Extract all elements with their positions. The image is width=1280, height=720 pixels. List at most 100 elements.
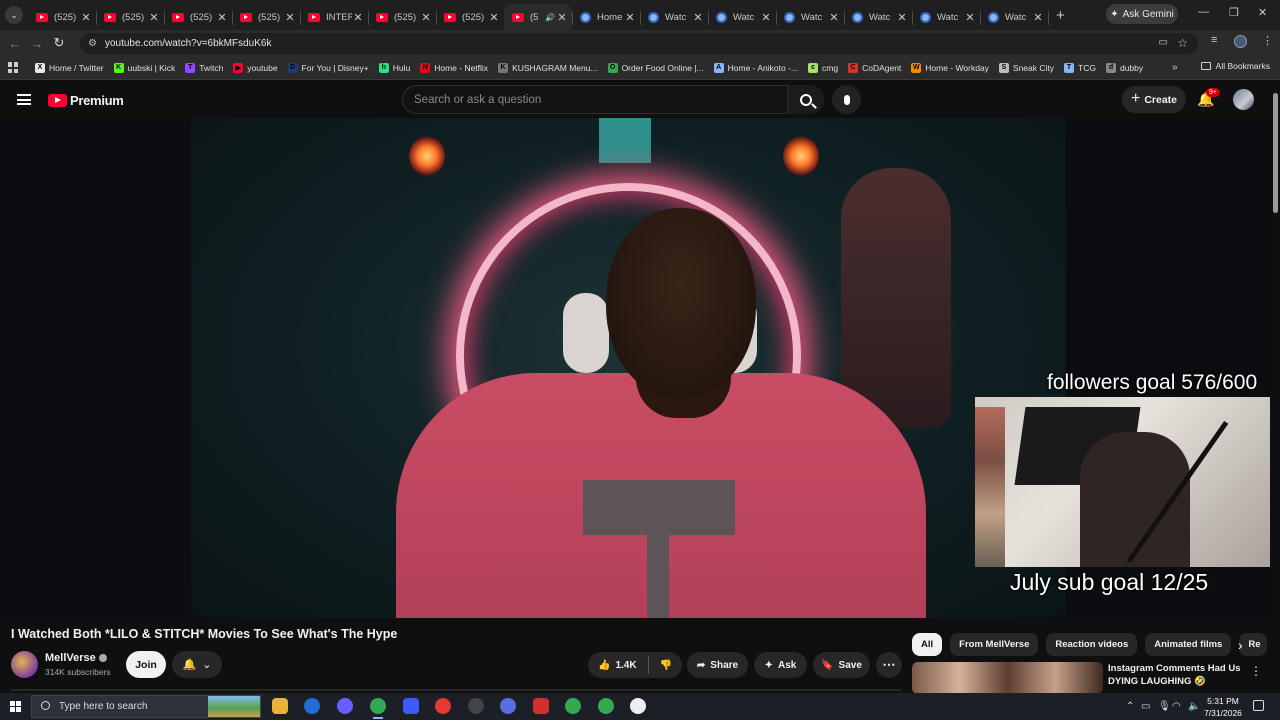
tab-close-icon[interactable]: ✕	[828, 11, 840, 24]
browser-tab[interactable]: Watc ✕	[912, 4, 981, 30]
edge-browser-icon[interactable]	[304, 698, 320, 714]
bookmark-item[interactable]: T TCG	[1064, 62, 1096, 73]
browser-tab[interactable]: Watc ✕	[708, 4, 777, 30]
tray-chevron-up-icon[interactable]: ⌃	[1126, 701, 1134, 712]
restore-icon[interactable]: ❐	[1229, 6, 1239, 19]
share-button[interactable]: ➦ Share	[687, 652, 748, 678]
recommended-video-thumbnail[interactable]	[912, 662, 1103, 694]
filter-chip[interactable]: From MellVerse	[950, 633, 1039, 656]
address-bar[interactable]: ⚙ youtube.com/watch?v=6bkMFsduK6k ▭ ☆	[80, 33, 1198, 54]
tab-close-icon[interactable]: ✕	[216, 11, 228, 24]
channel-name-text[interactable]: MellVerse	[45, 652, 96, 664]
reading-list-icon[interactable]: ≡	[1211, 34, 1217, 46]
url-text[interactable]: youtube.com/watch?v=6bkMFsduK6k	[105, 38, 271, 49]
tab-search-chevron-icon[interactable]: ⌄	[5, 6, 23, 24]
save-button[interactable]: 🔖 Save	[813, 652, 870, 678]
tab-close-icon[interactable]: ✕	[488, 11, 500, 24]
bookmark-item[interactable]: A Home - Anikoto -...	[713, 62, 798, 73]
account-avatar[interactable]	[1233, 89, 1254, 110]
reload-icon[interactable]: ↻	[48, 35, 70, 51]
chevron-right-icon[interactable]: ›	[1238, 637, 1243, 653]
bookmark-item[interactable]: N Home - Netflix	[420, 62, 488, 73]
microphone-icon[interactable]: 🎙	[1158, 701, 1171, 712]
browser-tab[interactable]: INTER ✕	[300, 4, 369, 30]
taskbar-search-input[interactable]: Type here to search	[31, 695, 261, 718]
browser-tab[interactable]: (525) ✕	[164, 4, 233, 30]
browser-tab[interactable]: (525) ✕	[232, 4, 301, 30]
network-icon[interactable]: ▭	[1141, 701, 1150, 712]
apps-grid-icon[interactable]	[8, 62, 19, 73]
browser-tab[interactable]: (525) ✕	[28, 4, 97, 30]
bookmark-item[interactable]: W Home - Workday	[911, 62, 989, 73]
tab-audio-icon[interactable]: 🔊	[544, 13, 556, 22]
hamburger-menu-icon[interactable]	[17, 94, 31, 105]
chrome-icon[interactable]	[370, 698, 386, 719]
bookmark-item[interactable]: X Home / Twitter	[35, 62, 104, 73]
bookmark-item[interactable]: D For You | Disney+	[287, 62, 369, 73]
recommended-video-title[interactable]: Instagram Comments Had Us DYING LAUGHING…	[1108, 662, 1243, 688]
search-button[interactable]	[788, 85, 824, 114]
bookmark-item[interactable]: K KUSHAGRAM Menu...	[498, 62, 598, 73]
bookmark-item[interactable]: S Sneak City	[998, 62, 1054, 73]
filter-chip[interactable]: Re	[1239, 633, 1268, 656]
back-arrow-icon[interactable]: ←	[4, 36, 26, 51]
tab-close-icon[interactable]: ✕	[148, 11, 160, 24]
bookmark-item[interactable]: O Order Food Online |...	[607, 62, 704, 73]
browser-tab[interactable]: Watc ✕	[844, 4, 913, 30]
media-player-icon[interactable]	[435, 698, 451, 714]
discord-icon[interactable]	[337, 698, 353, 714]
browser-tab[interactable]: (525) ✕	[368, 4, 437, 30]
tab-close-icon[interactable]: ✕	[692, 11, 704, 24]
chrome-profile-icon[interactable]	[565, 698, 581, 714]
tab-close-icon[interactable]: ✕	[896, 11, 908, 24]
tab-close-icon[interactable]: ✕	[624, 11, 636, 24]
all-bookmarks-button[interactable]: All Bookmarks	[1200, 61, 1270, 71]
scrollbar-thumb[interactable]	[1273, 93, 1278, 213]
install-app-icon[interactable]: ▭	[1159, 37, 1168, 48]
new-tab-button[interactable]: +	[1056, 7, 1065, 24]
tab-close-icon[interactable]: ✕	[284, 11, 296, 24]
bookmark-item[interactable]: ▶ youtube	[233, 62, 278, 73]
bookmark-item[interactable]: d dubby	[1105, 62, 1143, 73]
window-close-icon[interactable]: ✕	[1258, 6, 1267, 19]
tab-close-icon[interactable]: ✕	[760, 11, 772, 24]
more-actions-icon[interactable]: ⋯	[876, 652, 902, 678]
thumbs-down-icon[interactable]: 👎	[660, 660, 672, 671]
browser-menu-icon[interactable]: ⋮	[1262, 34, 1273, 47]
bookmarks-overflow-icon[interactable]: »	[1172, 62, 1178, 73]
browser-tab[interactable]: (525) ✕	[96, 4, 165, 30]
filter-chip[interactable]: Animated films	[1145, 633, 1232, 656]
filter-chip[interactable]: All	[912, 633, 943, 656]
browser-tab[interactable]: Watc ✕	[776, 4, 845, 30]
tab-close-icon[interactable]: ✕	[1032, 11, 1044, 24]
bookmark-item[interactable]: h Hulu	[378, 62, 410, 73]
volume-icon[interactable]: 🔈	[1188, 701, 1200, 712]
channel-name[interactable]: MellVerse	[45, 652, 107, 664]
youtube-premium-logo[interactable]: Premium	[48, 93, 124, 108]
site-info-icon[interactable]: ⚙	[88, 38, 97, 49]
search-input[interactable]: Search or ask a question	[402, 85, 788, 114]
minimize-icon[interactable]: —	[1198, 6, 1209, 18]
forward-arrow-icon[interactable]: →	[26, 36, 48, 51]
browser-tab[interactable]: (525) ✕	[436, 4, 505, 30]
file-explorer-icon[interactable]	[272, 698, 288, 714]
profile-avatar[interactable]	[1234, 35, 1247, 48]
notification-center-icon[interactable]	[1253, 700, 1264, 711]
tab-close-icon[interactable]: ✕	[556, 11, 568, 24]
page-scrollbar[interactable]	[1270, 81, 1280, 691]
browser-tab[interactable]: Watc ✕	[640, 4, 709, 30]
browser-tab[interactable]: Watc ✕	[980, 4, 1049, 30]
join-button[interactable]: Join	[126, 651, 166, 678]
voice-search-mic-icon[interactable]	[832, 85, 861, 114]
game-controller-icon[interactable]	[403, 698, 419, 714]
tab-close-icon[interactable]: ✕	[352, 11, 364, 24]
bookmark-item[interactable]: C CoDAgent	[848, 62, 901, 73]
tab-close-icon[interactable]: ✕	[80, 11, 92, 24]
bookmark-star-icon[interactable]: ☆	[1177, 36, 1188, 50]
thumbs-up-icon[interactable]: 👍	[598, 660, 610, 671]
like-count[interactable]: 1.4K	[615, 660, 636, 671]
tab-close-icon[interactable]: ✕	[964, 11, 976, 24]
create-button[interactable]: + Create	[1122, 86, 1186, 113]
filter-chip[interactable]: Reaction videos	[1046, 633, 1138, 656]
chrome-profile-2-icon[interactable]	[598, 698, 614, 714]
